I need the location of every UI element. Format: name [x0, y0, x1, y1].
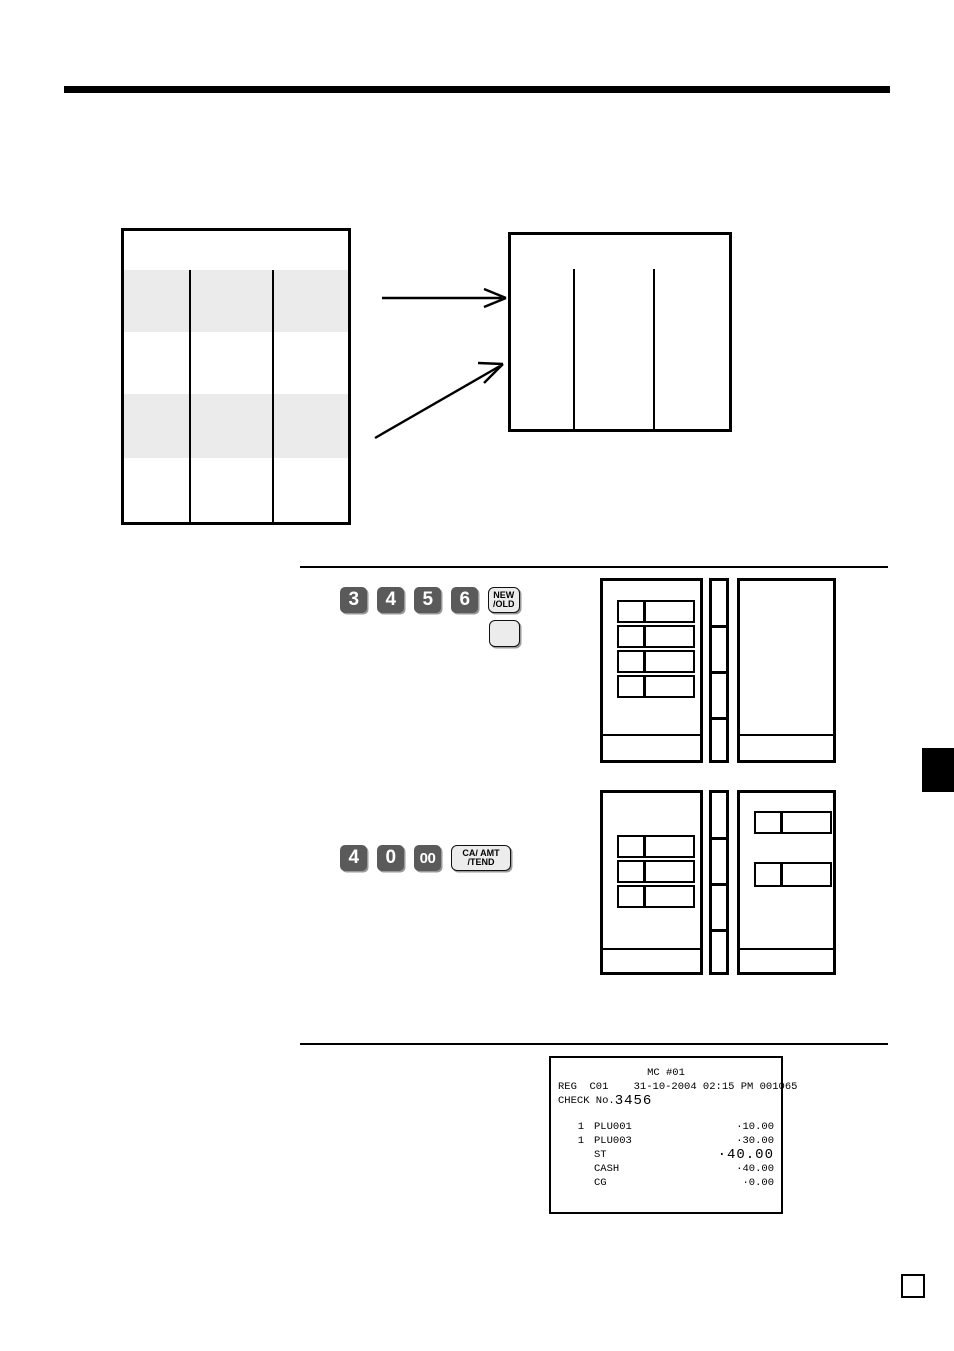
- receipt-item-amount: ·40.00: [736, 1163, 774, 1175]
- display-footer-divider: [603, 734, 700, 736]
- receipt-item-amount: ·40.00: [717, 1147, 774, 1163]
- receipt-item-name: CG: [594, 1177, 607, 1189]
- strip-segment-divider-1: [712, 837, 726, 840]
- transfer-arrow-lower: [374, 361, 504, 440]
- receipt-item-amount: ·30.00: [736, 1135, 774, 1147]
- display-row-2: [617, 860, 695, 883]
- receipt-item-row: 1 PLU003 ·30.00: [558, 1134, 774, 1148]
- receipt-subtotal-row: ST ·40.00: [558, 1148, 774, 1162]
- receipt-item-qty: 1: [577, 1121, 584, 1133]
- transfer-arrow-upper: [382, 287, 507, 309]
- display-row-divider: [780, 813, 783, 832]
- receipt-item-qty: [558, 1176, 584, 1190]
- receipt-printout: MC #01 REG C01 31-10-2004 02:15 PM 00106…: [549, 1056, 798, 1214]
- key-blank[interactable]: [489, 620, 520, 647]
- receipt-item-name: CASH: [594, 1163, 620, 1175]
- section-divider-2: [300, 1043, 888, 1045]
- dest-column-divider-1: [573, 269, 575, 429]
- receipt-item-name: PLU001: [594, 1121, 632, 1133]
- key-new-old-line2: /OLD: [493, 599, 515, 609]
- receipt-spacer: [558, 1108, 774, 1120]
- manual-page: 3 4 5 6 NEW /OLD 4 0 00 CA/ AMT /TEND MC…: [0, 0, 954, 1351]
- key-5[interactable]: 5: [414, 587, 441, 613]
- chapter-edge-tab: [922, 748, 954, 792]
- receipt-check-label: CHECK No.: [558, 1095, 615, 1107]
- strip-segment-divider-1: [712, 625, 726, 628]
- receipt-item-name: PLU003: [594, 1135, 632, 1147]
- table-column-divider-1: [189, 270, 191, 522]
- strip-segment-divider-2: [712, 883, 726, 886]
- display-row-1: [754, 811, 832, 834]
- dest-column-divider-2: [653, 269, 655, 429]
- display-panel-right-1: [737, 578, 836, 763]
- display-strip-1: [709, 578, 729, 763]
- key-6[interactable]: 6: [451, 587, 478, 613]
- key-new-old[interactable]: NEW /OLD: [488, 587, 520, 613]
- receipt-cash-row: CASH ·40.00: [558, 1162, 774, 1176]
- display-row-divider: [643, 862, 646, 881]
- page-header-rule: [64, 86, 890, 93]
- strip-segment-divider-2: [712, 671, 726, 674]
- key-sequence-operation-1: 3 4 5 6 NEW /OLD: [340, 587, 520, 613]
- key-00[interactable]: 00: [414, 845, 441, 871]
- display-row-divider: [643, 602, 646, 621]
- receipt-item-qty: [558, 1162, 584, 1176]
- display-row-divider: [643, 677, 646, 696]
- receipt-check-number: 3456: [614, 1093, 653, 1109]
- page-number-box: [901, 1274, 925, 1298]
- display-panel-left-1: [600, 578, 703, 763]
- section-divider-1: [300, 566, 888, 568]
- table-band-shaded-2: [124, 394, 348, 458]
- key-cash-amount-tender[interactable]: CA/ AMT /TEND: [451, 845, 511, 871]
- display-row-divider: [643, 837, 646, 856]
- display-panel-right-2: [737, 790, 836, 975]
- display-row-divider: [643, 887, 646, 906]
- display-panel-left-2: [600, 790, 703, 975]
- receipt-item-amount: ·10.00: [736, 1121, 774, 1133]
- destination-check-table: [508, 232, 732, 432]
- display-strip-2: [709, 790, 729, 975]
- display-row-1: [617, 835, 695, 858]
- receipt-item-name: ST: [594, 1149, 607, 1161]
- receipt-machine-id: MC #01: [647, 1067, 685, 1079]
- key-4[interactable]: 4: [340, 845, 367, 871]
- display-footer-divider: [603, 948, 700, 950]
- key-cash-amount-tender-line2: /TEND: [467, 857, 495, 867]
- strip-segment-divider-3: [712, 929, 726, 932]
- key-0[interactable]: 0: [377, 845, 404, 871]
- strip-segment-divider-3: [712, 717, 726, 720]
- key-4[interactable]: 4: [377, 587, 404, 613]
- display-row-divider: [780, 864, 783, 885]
- key-3[interactable]: 3: [340, 587, 367, 613]
- key-sequence-operation-2: 4 0 00 CA/ AMT /TEND: [340, 845, 511, 871]
- display-row-2: [754, 862, 832, 887]
- display-footer-divider: [740, 734, 833, 736]
- display-row-divider: [643, 652, 646, 671]
- table-column-divider-2: [272, 270, 274, 522]
- receipt-item-qty: 1: [577, 1135, 584, 1147]
- source-check-table: [121, 228, 351, 525]
- display-row-3: [617, 650, 695, 673]
- receipt-reg-line: REG C01 31-10-2004 02:15 PM 001065: [558, 1081, 798, 1093]
- receipt-item-qty: [558, 1148, 584, 1162]
- receipt-item-row: 1 PLU001 ·10.00: [558, 1120, 774, 1134]
- receipt-change-row: CG ·0.00: [558, 1176, 774, 1190]
- table-band-shaded-1: [124, 270, 348, 332]
- receipt-item-amount: ·0.00: [742, 1177, 774, 1189]
- display-row-4: [617, 675, 695, 698]
- display-row-3: [617, 885, 695, 908]
- display-footer-divider: [740, 948, 833, 950]
- display-row-1: [617, 600, 695, 623]
- display-row-divider: [643, 627, 646, 646]
- display-row-2: [617, 625, 695, 648]
- receipt-check-line: CHECK No. 3456: [558, 1094, 774, 1108]
